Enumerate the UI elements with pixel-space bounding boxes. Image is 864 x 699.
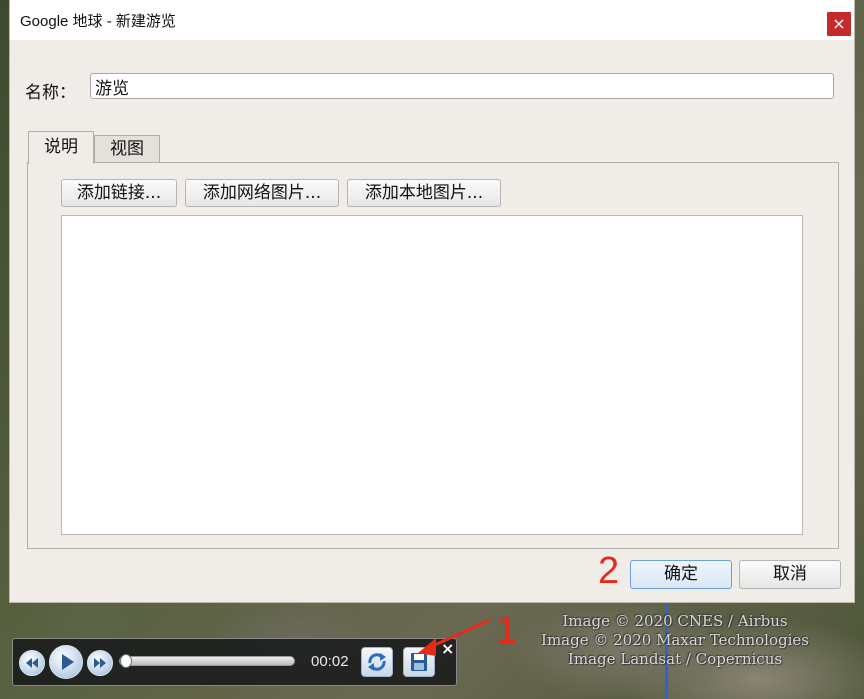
- cancel-button[interactable]: 取消: [739, 560, 841, 589]
- window-title: Google 地球 - 新建游览: [20, 13, 176, 30]
- rewind-icon: [26, 658, 38, 668]
- map-credits: Image © 2020 CNES / Airbus Image © 2020 …: [505, 612, 845, 669]
- credit-line: Image Landsat / Copernicus: [567, 650, 783, 668]
- credit-line: Image © 2020 Maxar Technologies: [541, 631, 809, 649]
- tab-description[interactable]: 说明: [28, 131, 94, 164]
- repeat-button[interactable]: [361, 647, 393, 677]
- fast-forward-icon: [94, 658, 106, 668]
- name-input[interactable]: [90, 73, 834, 99]
- tour-progress-slider[interactable]: [119, 654, 295, 668]
- annotation-marker-1: 1: [496, 610, 518, 652]
- annotation-marker-2: 2: [598, 550, 620, 592]
- ok-button[interactable]: 确定: [630, 560, 732, 589]
- close-player-button[interactable]: ×: [441, 639, 454, 658]
- credit-line: Image © 2020 CNES / Airbus: [562, 612, 788, 630]
- new-tour-dialog: Google 地球 - 新建游览 × 名称： 说明 视图 添加链接... 添加网…: [10, 0, 854, 602]
- tour-player: 00:02 ×: [12, 638, 457, 686]
- tab-view[interactable]: 视图: [94, 135, 160, 164]
- fast-forward-button[interactable]: [87, 650, 113, 676]
- tour-time: 00:02: [311, 653, 349, 670]
- play-icon: [62, 654, 74, 670]
- add-web-image-button[interactable]: 添加网络图片...: [185, 179, 339, 207]
- repeat-icon: [368, 653, 386, 671]
- name-label: 名称：: [25, 83, 76, 103]
- play-button[interactable]: [49, 645, 83, 679]
- title-bar[interactable]: Google 地球 - 新建游览 ×: [10, 0, 854, 40]
- add-link-button[interactable]: 添加链接...: [61, 179, 177, 207]
- progress-handle[interactable]: [120, 654, 132, 668]
- rewind-button[interactable]: [19, 650, 45, 676]
- description-editor[interactable]: [61, 215, 803, 535]
- save-tour-button[interactable]: [403, 647, 435, 677]
- close-button[interactable]: ×: [827, 12, 851, 36]
- close-icon: ×: [832, 14, 846, 33]
- add-local-image-button[interactable]: 添加本地图片...: [347, 179, 501, 207]
- save-icon: [411, 653, 427, 671]
